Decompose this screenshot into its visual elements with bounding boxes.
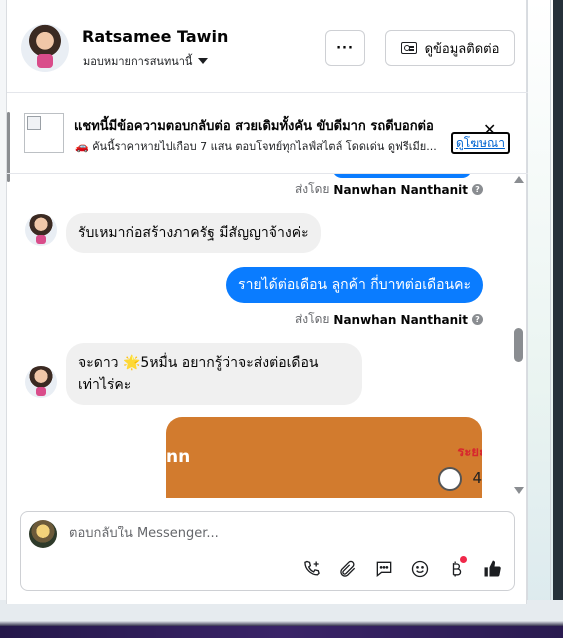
- window-edge-line: [550, 0, 551, 600]
- view-contact-button[interactable]: ดูข้อมูลติดต่อ: [385, 30, 515, 66]
- contact-name[interactable]: Ratsamee Tawin: [82, 27, 228, 46]
- sent-by-name: Nanwhan Nanthanit: [333, 312, 468, 327]
- image-circle: [438, 467, 462, 491]
- sent-by-prefix: ส่งโดย: [294, 312, 330, 326]
- baht-icon[interactable]: [445, 556, 467, 580]
- more-options-button[interactable]: ···: [325, 30, 365, 66]
- conversation-header: Ratsamee Tawin มอบหมายการสนทนานี้ ··· ดู…: [7, 0, 528, 92]
- help-icon[interactable]: ?: [472, 314, 483, 325]
- ad-banner: แชทนี้มีข้อความตอบกลับต่อ สวยเดิมทั้งคัน…: [7, 93, 528, 173]
- sent-by-label: ส่งโดย Nanwhan Nanthanit ?: [295, 310, 483, 329]
- image-text: ระยะ: [457, 445, 482, 460]
- window-dark-edge: [553, 0, 563, 600]
- notification-dot: [460, 556, 467, 563]
- image-text: nn: [166, 447, 191, 467]
- scrollbar-thumb[interactable]: [514, 328, 523, 362]
- view-contact-label: ดูข้อมูลติดต่อ: [424, 41, 500, 57]
- scroll-up-arrow[interactable]: [514, 176, 524, 183]
- avatar[interactable]: [25, 366, 57, 398]
- assign-label: มอบหมายการสนทนานี้: [83, 55, 193, 68]
- message-line: จะดาว 🌟5หมื่น อยากรู้ว่าจะส่งต่อเดือน: [78, 355, 319, 371]
- composer-toolbar: [301, 556, 503, 580]
- close-icon[interactable]: ✕: [483, 122, 496, 138]
- assign-conversation[interactable]: มอบหมายการสนทนานี้: [83, 52, 209, 70]
- image-attachment[interactable]: nn ระยะ 4: [166, 417, 482, 498]
- ad-thumbnail[interactable]: [24, 113, 64, 153]
- help-icon[interactable]: ?: [472, 184, 483, 195]
- taskbar-edge: [0, 600, 563, 638]
- reply-input[interactable]: [69, 526, 489, 541]
- ad-title: แชทนี้มีข้อความตอบกลับต่อ สวยเดิมทั้งคัน…: [74, 119, 434, 134]
- chevron-down-icon: [198, 58, 209, 64]
- conversation-panel: Ratsamee Tawin มอบหมายการสนทนานี้ ··· ดู…: [6, 0, 528, 604]
- incoming-message[interactable]: จะดาว 🌟5หมื่น อยากรู้ว่าจะส่งต่อเดือน เท…: [66, 343, 362, 405]
- taskbar: [0, 626, 563, 638]
- sent-by-name: Nanwhan Nanthanit: [333, 182, 468, 197]
- window-background: [527, 0, 563, 638]
- message-composer: [20, 511, 515, 591]
- contact-card-icon: [400, 42, 417, 54]
- sent-by-label: ส่งโดย Nanwhan Nanthanit ?: [295, 180, 483, 199]
- message-line: เท่าไร่คะ: [78, 377, 132, 393]
- contact-avatar[interactable]: [21, 24, 69, 72]
- incoming-message[interactable]: รับเหมาก่อสร้างภาครัฐ มีสัญญาจ้างค่ะ: [66, 213, 321, 253]
- ad-subtitle: 🚗 คันนี้ราคาหายไปเกือบ 7 แสน ตอบโจทย์ทุก…: [75, 140, 437, 153]
- outgoing-message[interactable]: รายได้ต่อเดือน ลูกค้า กี่บาทต่อเดือนคะ: [226, 267, 483, 303]
- paperclip-icon[interactable]: [337, 558, 359, 580]
- message-list: ส่งโดย Nanwhan Nanthanit ? รับเหมาก่อสร้…: [7, 174, 528, 498]
- thumbs-up-icon[interactable]: [481, 558, 503, 580]
- avatar[interactable]: [25, 214, 57, 246]
- phone-plus-icon[interactable]: [301, 558, 323, 580]
- outgoing-bubble-partial[interactable]: [332, 174, 472, 178]
- sent-by-prefix: ส่งโดย: [294, 182, 330, 196]
- chat-bubble-icon[interactable]: [373, 558, 395, 580]
- emoji-icon[interactable]: [409, 558, 431, 580]
- page-avatar: [29, 520, 57, 548]
- image-text: 4: [472, 469, 482, 487]
- view-ad-link[interactable]: ดูโฆษณา: [451, 132, 510, 154]
- scroll-down-arrow[interactable]: [514, 487, 524, 494]
